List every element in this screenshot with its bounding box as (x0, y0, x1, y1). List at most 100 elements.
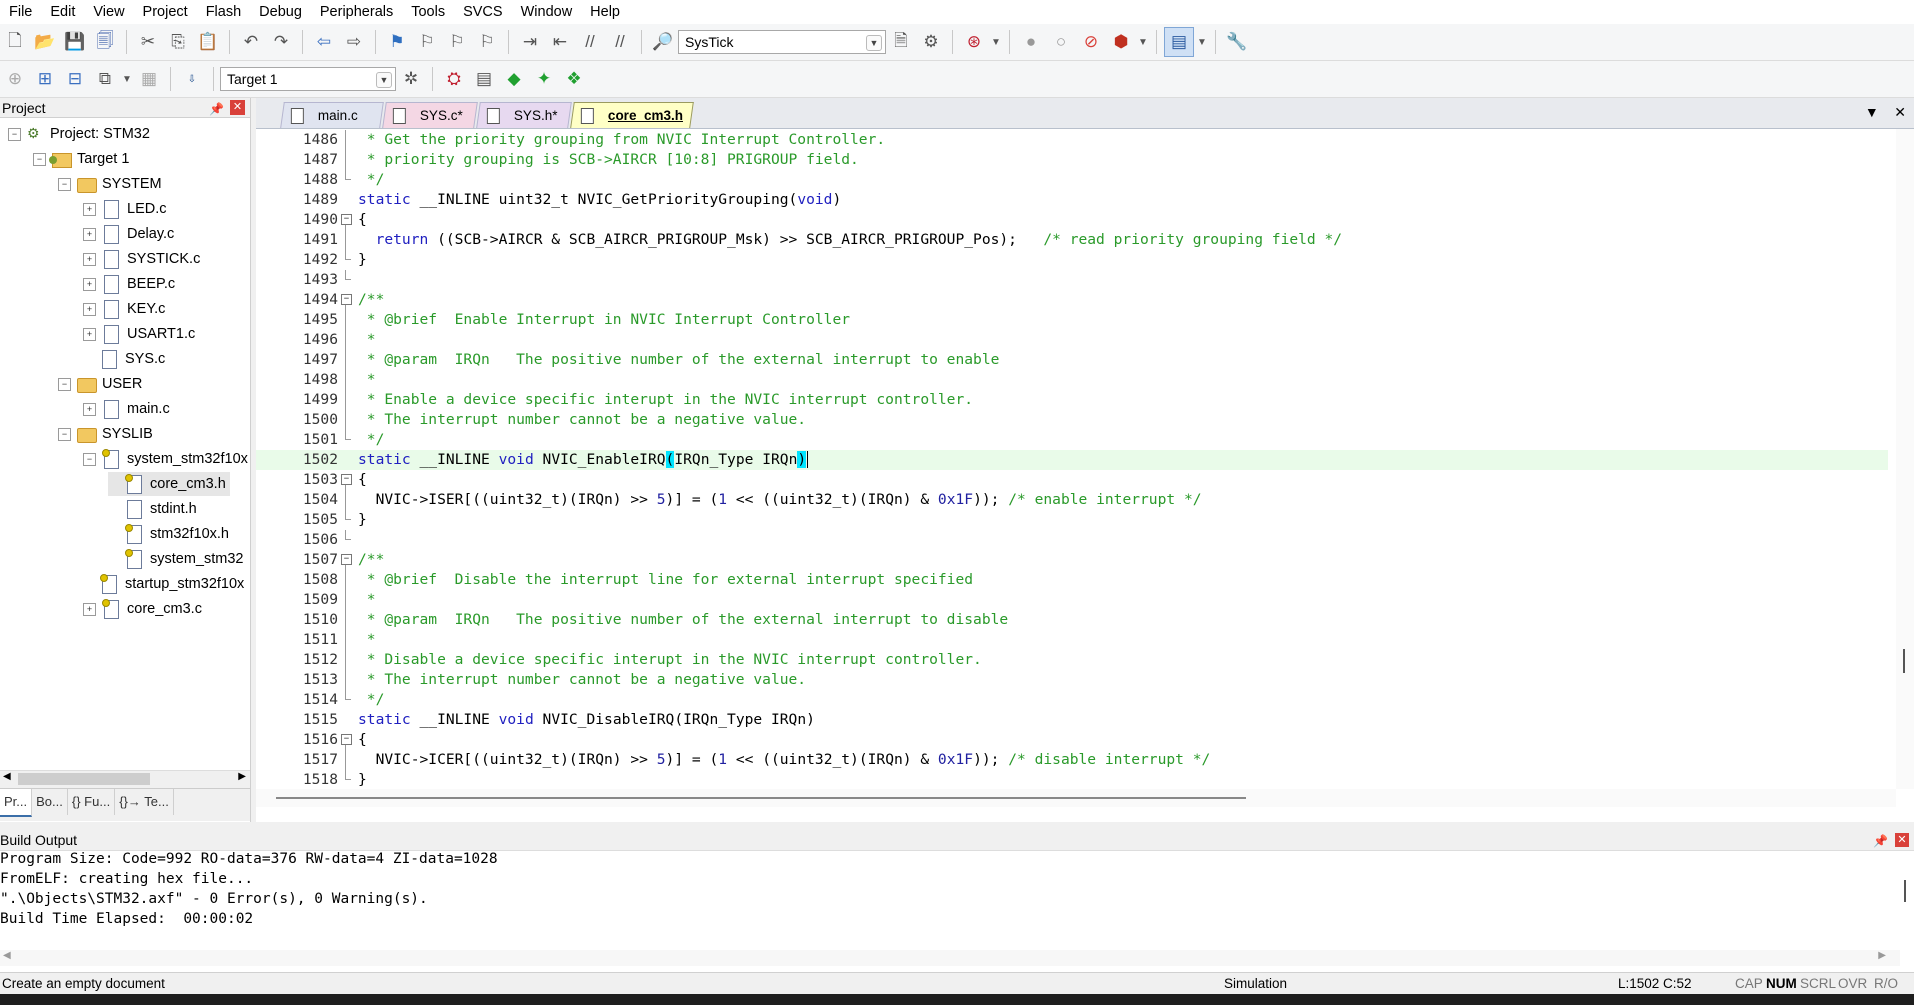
code-line[interactable]: 1486 * Get the priority grouping from NV… (256, 130, 1888, 150)
cut-icon[interactable]: ✂ (134, 28, 162, 56)
tree-item[interactable]: − SYSTEM (58, 172, 162, 196)
fold-toggle-icon[interactable]: − (340, 550, 352, 570)
build-icon[interactable]: ⊞ (31, 65, 59, 93)
indent-icon[interactable]: ⇥ (516, 28, 544, 56)
batch-build-icon[interactable]: ⧉ (91, 65, 119, 93)
code-line[interactable]: 1499 * Enable a device specific interupt… (256, 390, 1888, 410)
tree-item[interactable]: core_cm3.h (108, 472, 230, 496)
tree-item[interactable]: − USER (58, 372, 142, 396)
dropdown-arrow-icon[interactable]: ▼ (1196, 28, 1208, 56)
tree-item[interactable]: − system_stm32f10x (83, 447, 248, 471)
tree-item[interactable]: system_stm32 (108, 547, 243, 571)
disable-breakpoint-icon[interactable]: ○ (1047, 28, 1075, 56)
project-tree-hscrollbar[interactable]: ◀ ▶ (0, 770, 250, 788)
unindent-icon[interactable]: ⇤ (546, 28, 574, 56)
collapse-icon[interactable]: − (33, 152, 46, 166)
nav-back-icon[interactable]: ⇦ (310, 28, 338, 56)
editor-hscrollbar[interactable] (256, 789, 1896, 807)
menu-flash[interactable]: Flash (197, 0, 250, 24)
code-line[interactable]: 1498 * (256, 370, 1888, 390)
collapse-icon[interactable]: − (58, 377, 71, 391)
editor-tab[interactable]: core_cm3.h (570, 102, 694, 128)
paste-icon[interactable]: 📋 (194, 28, 222, 56)
scrollbar-thumb[interactable] (18, 773, 150, 785)
manage-runtime-icon[interactable]: ▤ (470, 65, 498, 93)
tree-item[interactable]: + LED.c (83, 197, 167, 221)
code-line[interactable]: 1493 (256, 270, 1888, 290)
tree-item[interactable]: SYS.c (83, 347, 165, 371)
tree-item[interactable]: startup_stm32f10x (83, 572, 244, 596)
pin-icon[interactable]: 📌 (209, 99, 224, 119)
code-line[interactable]: 1506 (256, 530, 1888, 550)
scrollbar-thumb[interactable] (276, 797, 1246, 799)
code-line[interactable]: 1507−/** (256, 550, 1888, 570)
code-line[interactable]: 1487 * priority grouping is SCB->AIRCR [… (256, 150, 1888, 170)
project-pane-tab[interactable]: Pr... (0, 789, 33, 817)
select-packs-icon[interactable]: ◆ (500, 65, 528, 93)
code-line[interactable]: 1510 * @param IRQn The positive number o… (256, 610, 1888, 630)
menu-debug[interactable]: Debug (250, 0, 311, 24)
collapse-icon[interactable]: − (58, 177, 71, 191)
fold-toggle-icon[interactable]: − (340, 730, 352, 750)
code-line[interactable]: 1511 * (256, 630, 1888, 650)
code-line[interactable]: 1504 NVIC->ISER[((uint32_t)(IRQn) >> 5)]… (256, 490, 1888, 510)
code-line[interactable]: 1494−/** (256, 290, 1888, 310)
new-file-icon[interactable]: 🗋 (1, 28, 29, 56)
code-area[interactable]: 1486 * Get the priority grouping from NV… (256, 129, 1896, 789)
window-layout-icon[interactable]: ▤ (1164, 27, 1194, 57)
menu-edit[interactable]: Edit (41, 0, 84, 24)
undo-icon[interactable]: ↶ (237, 28, 265, 56)
close-icon[interactable]: ✕ (1895, 833, 1909, 847)
tree-item[interactable]: + Delay.c (83, 222, 174, 246)
find-combo[interactable]: SysTick ▼ (678, 30, 886, 54)
menu-view[interactable]: View (84, 0, 133, 24)
menu-window[interactable]: Window (512, 0, 582, 24)
expand-icon[interactable]: + (83, 227, 96, 241)
project-pane-tab[interactable]: Bo... (32, 789, 68, 815)
scroll-left-icon[interactable]: ◀ (3, 771, 11, 782)
code-line[interactable]: 1517 NVIC->ICER[((uint32_t)(IRQn) >> 5)]… (256, 750, 1888, 770)
uncomment-icon[interactable]: // (606, 28, 634, 56)
comment-icon[interactable]: // (576, 28, 604, 56)
find-in-files-icon[interactable]: 🔎 (649, 28, 677, 56)
download-load-icon[interactable]: ⇩ (178, 65, 206, 93)
tree-item[interactable]: + KEY.c (83, 297, 165, 321)
editor-vscrollbar[interactable] (1896, 129, 1914, 789)
bookmark-icon[interactable]: ⚑ (383, 28, 411, 56)
project-pane-tab[interactable]: {}→ Te... (115, 789, 174, 815)
code-line[interactable]: 1501 */ (256, 430, 1888, 450)
tree-item[interactable]: + BEEP.c (83, 272, 175, 296)
chevron-down-icon[interactable]: ▼ (866, 35, 882, 51)
build-output-vscrollbar[interactable] (1898, 852, 1912, 948)
expand-icon[interactable]: + (83, 252, 96, 266)
code-line[interactable]: 1503−{ (256, 470, 1888, 490)
fold-toggle-icon[interactable]: − (340, 210, 352, 230)
rebuild-icon[interactable]: ⊟ (61, 65, 89, 93)
tree-item[interactable]: − SYSLIB (58, 422, 153, 446)
scrollbar-thumb[interactable] (1904, 880, 1906, 902)
collapse-icon[interactable]: − (58, 427, 71, 441)
dropdown-arrow-icon[interactable]: ▼ (121, 65, 133, 93)
tree-item[interactable]: + USART1.c (83, 322, 195, 346)
tree-item[interactable]: + SYSTICK.c (83, 247, 200, 271)
run-time-env-icon[interactable]: ❖ (560, 65, 588, 93)
save-all-icon[interactable]: 🗐 (91, 28, 119, 56)
code-line[interactable]: 1515 static __INLINE void NVIC_DisableIRQ… (256, 710, 1888, 730)
dropdown-arrow-icon[interactable]: ▼ (1137, 28, 1149, 56)
save-icon[interactable]: 💾 (61, 28, 89, 56)
wrench-icon[interactable]: 🔧 (1223, 28, 1251, 56)
tab-list-icon[interactable]: ▼ (1865, 104, 1879, 120)
code-line[interactable]: 1500 * The interrupt number cannot be a … (256, 410, 1888, 430)
code-line[interactable]: 1505} (256, 510, 1888, 530)
expand-icon[interactable]: + (83, 202, 96, 216)
tree-item[interactable]: + main.c (83, 397, 170, 421)
code-line[interactable]: 1490−{ (256, 210, 1888, 230)
clear-bookmarks-icon[interactable]: ⚐ (473, 28, 501, 56)
code-line[interactable]: 1492} (256, 250, 1888, 270)
code-line[interactable]: 1488 */ (256, 170, 1888, 190)
find-icon[interactable]: 🗎 (887, 28, 915, 56)
next-bookmark-icon[interactable]: ⚐ (443, 28, 471, 56)
collapse-icon[interactable]: − (8, 127, 21, 141)
close-tab-icon[interactable]: ✕ (1894, 104, 1906, 120)
expand-icon[interactable]: + (83, 302, 96, 316)
